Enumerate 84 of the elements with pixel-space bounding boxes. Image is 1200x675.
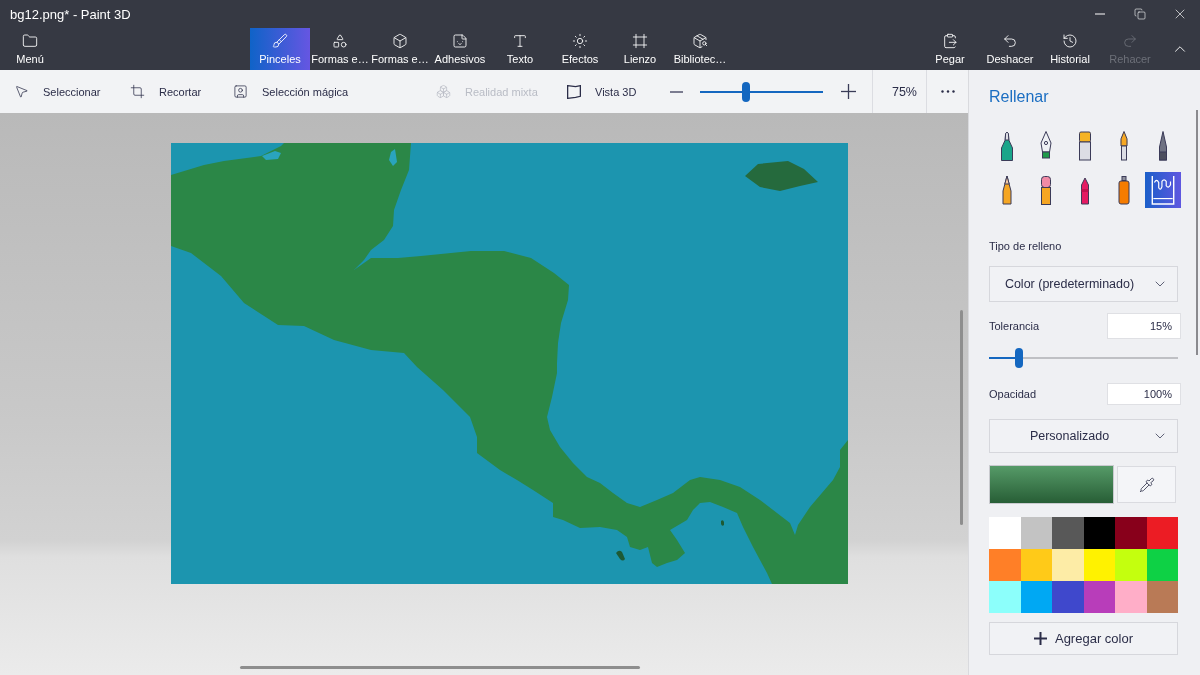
- color-swatch[interactable]: [989, 517, 1021, 549]
- color-swatch[interactable]: [1146, 581, 1178, 613]
- ribbon-tab[interactable]: Formas e…: [370, 28, 430, 70]
- zoom-percentage: 75%: [890, 84, 918, 99]
- quadrilateral-icon: [567, 84, 581, 99]
- plus-icon: [841, 84, 856, 99]
- color-swatch[interactable]: [1146, 517, 1178, 549]
- cube-icon: [392, 33, 408, 49]
- flat-brush-icon: [1077, 131, 1093, 161]
- paint-bucket-icon: [1150, 175, 1176, 205]
- slider-thumb[interactable]: [741, 81, 750, 102]
- boxes-icon: [436, 84, 451, 99]
- ribbon-tab[interactable]: Lienzo: [610, 28, 670, 70]
- toolbar-button[interactable]: Selección mágica: [225, 75, 357, 108]
- opacity-input[interactable]: 100%: [1107, 383, 1181, 405]
- color-swatch[interactable]: [1115, 517, 1147, 549]
- cube-search-icon: [692, 33, 708, 49]
- fill-type-label: Tipo de relleno: [989, 240, 1063, 253]
- ribbon-action-button[interactable]: Pegar: [920, 28, 980, 70]
- more-icon: [940, 90, 955, 93]
- eyedropper-button[interactable]: [1117, 466, 1176, 503]
- history-icon: [1062, 33, 1078, 49]
- eyedropper-icon: [1138, 476, 1155, 493]
- tolerance-input[interactable]: 15%: [1107, 313, 1181, 339]
- color-swatch[interactable]: [1052, 581, 1084, 613]
- color-swatch[interactable]: [1020, 581, 1052, 613]
- eraser-icon: [1038, 175, 1054, 205]
- sticker-icon: [452, 33, 468, 49]
- color-swatch[interactable]: [1020, 549, 1052, 581]
- crop-icon: [130, 84, 145, 99]
- plus-icon: [1033, 632, 1047, 645]
- shapes-icon: [332, 33, 348, 49]
- color-swatch[interactable]: [1115, 581, 1147, 613]
- redo-icon: [1122, 33, 1138, 49]
- ribbon-action-button[interactable]: Deshacer: [980, 28, 1040, 70]
- folder-icon: [22, 33, 38, 49]
- color-swatch[interactable]: [1083, 581, 1115, 613]
- color-swatch[interactable]: [1083, 517, 1115, 549]
- brush-icon: [272, 33, 288, 49]
- toolbar-button[interactable]: Seleccionar: [6, 75, 109, 108]
- paste-icon: [942, 33, 958, 49]
- color-swatch[interactable]: [1146, 549, 1178, 581]
- menu-button[interactable]: Menú: [8, 28, 52, 70]
- pen-nib-icon: [1038, 131, 1054, 161]
- window-title: bg12.png* - Paint 3D: [9, 6, 131, 22]
- color-swatch[interactable]: [1052, 517, 1084, 549]
- opacity-label: Opacidad: [989, 387, 1037, 401]
- ribbon-tab[interactable]: Efectos: [550, 28, 610, 70]
- toolbar-button[interactable]: Recortar: [122, 75, 210, 108]
- brush-option[interactable]: [1145, 172, 1181, 208]
- color-swatch[interactable]: [989, 549, 1021, 581]
- ribbon-tab[interactable]: Adhesivos: [430, 28, 490, 70]
- color-swatch[interactable]: [989, 581, 1021, 613]
- text-icon: [512, 33, 528, 49]
- ribbon-tab[interactable]: Texto: [490, 28, 550, 70]
- scrollbar-thumb[interactable]: [240, 666, 640, 669]
- person-frame-icon: [233, 84, 248, 99]
- toolbar-button[interactable]: Vista 3D: [559, 75, 645, 108]
- ribbon-action-button[interactable]: Historial: [1040, 28, 1100, 70]
- panel-title: Rellenar: [989, 87, 1050, 107]
- minus-icon: [670, 90, 683, 93]
- color-mode-dropdown[interactable]: Personalizado: [989, 419, 1178, 453]
- pointer-icon: [14, 84, 29, 99]
- frame-icon: [632, 33, 648, 49]
- color-swatch[interactable]: [1115, 549, 1147, 581]
- scrollbar-thumb[interactable]: [960, 310, 963, 525]
- color-swatch[interactable]: [1083, 549, 1115, 581]
- spray-can-icon: [1116, 175, 1132, 205]
- scrollbar-thumb[interactable]: [1196, 110, 1198, 355]
- ribbon-tab[interactable]: Formas e…: [310, 28, 370, 70]
- sun-icon: [572, 33, 588, 49]
- tolerance-label: Tolerancia: [989, 319, 1040, 333]
- pencil-icon: [999, 175, 1015, 205]
- ribbon-tab[interactable]: Pinceles: [250, 28, 310, 70]
- minimize-icon: [1095, 13, 1105, 15]
- ribbon-tab[interactable]: Bibliotec…: [670, 28, 730, 70]
- color-swatch[interactable]: [1052, 549, 1084, 581]
- marker-icon: [999, 131, 1015, 161]
- fill-type-dropdown[interactable]: Color (predeterminado): [989, 266, 1178, 302]
- undo-icon: [1002, 33, 1018, 49]
- restore-icon: [1134, 8, 1146, 20]
- slider-thumb[interactable]: [1015, 348, 1024, 368]
- add-color-button[interactable]: Agregar color: [989, 622, 1178, 655]
- color-swatch[interactable]: [1020, 517, 1052, 549]
